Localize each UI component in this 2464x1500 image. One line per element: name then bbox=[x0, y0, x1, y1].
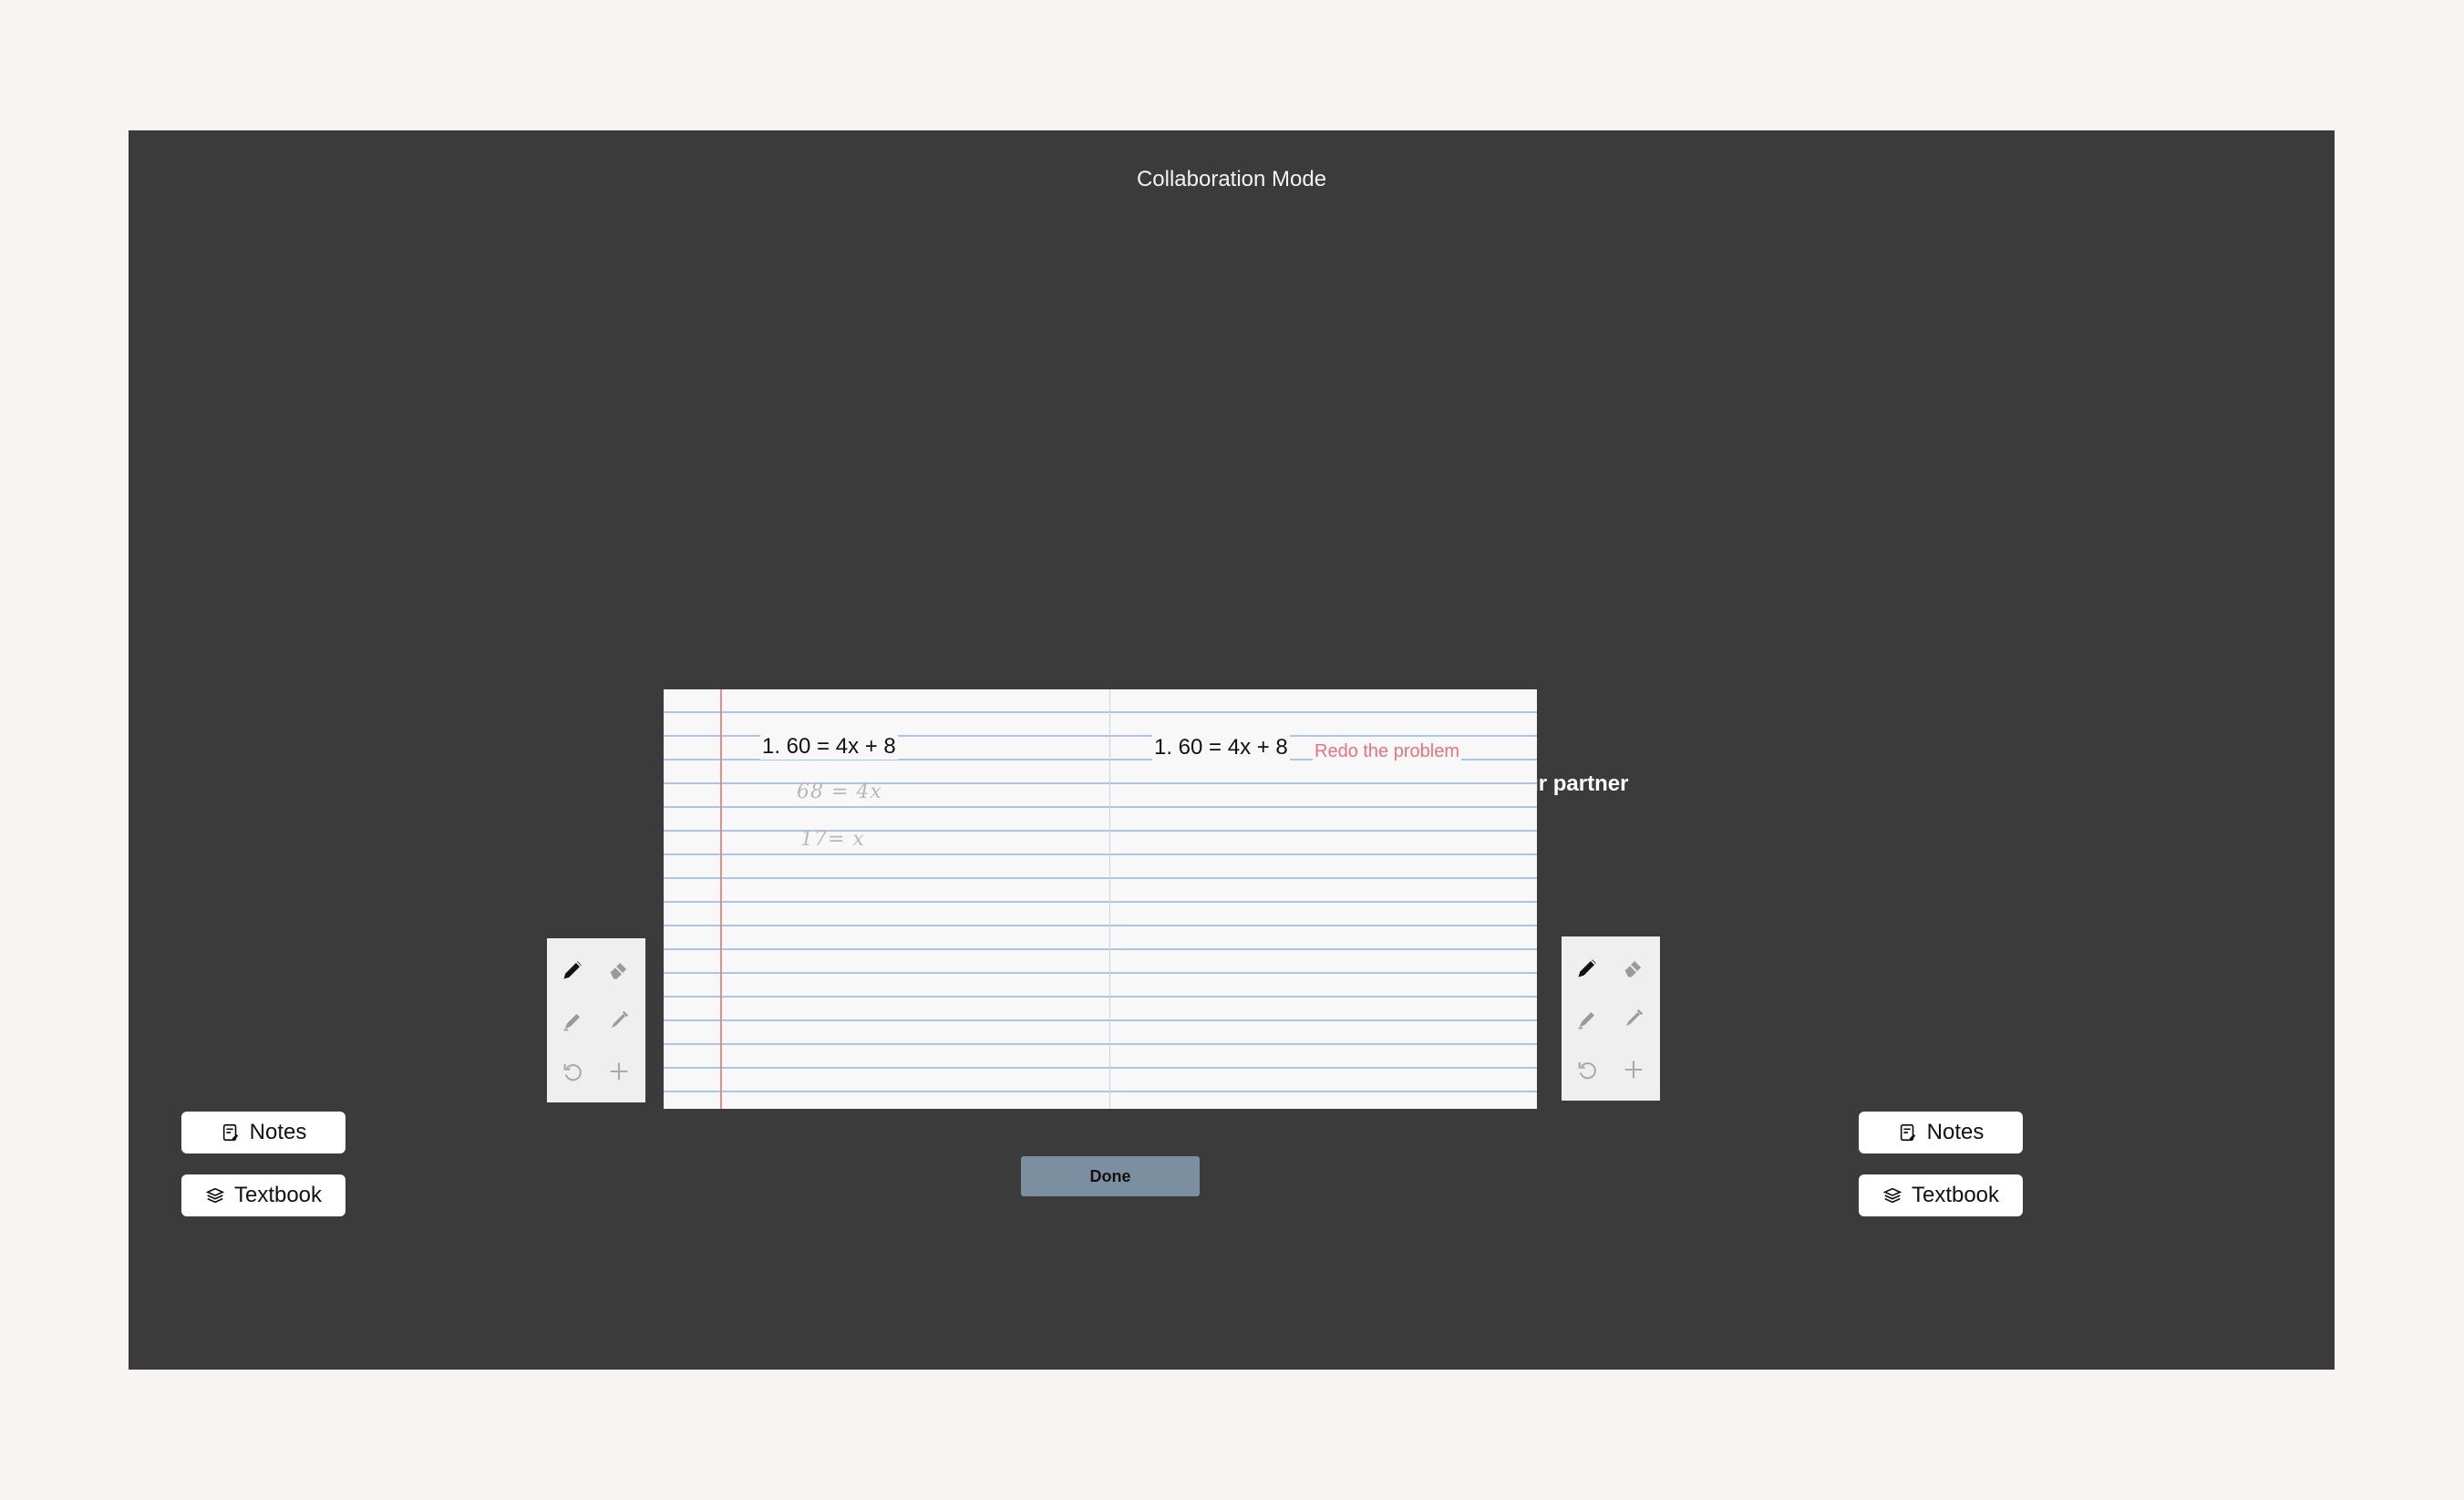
undo-tool[interactable] bbox=[551, 1046, 596, 1097]
add-tool[interactable] bbox=[1611, 1044, 1656, 1095]
shared-notebook-paper[interactable]: 1. 60 = 4x + 8 1. 60 = 4x + 8 Redo the p… bbox=[664, 689, 1537, 1109]
paper-divider bbox=[1109, 689, 1110, 1109]
paper-margin-line bbox=[720, 689, 722, 1109]
pencil-icon bbox=[1578, 959, 1596, 978]
textbook-label: Textbook bbox=[233, 1183, 323, 1207]
add-icon bbox=[1624, 1060, 1643, 1079]
add-icon bbox=[610, 1062, 628, 1081]
marker-tool[interactable] bbox=[1611, 993, 1656, 1044]
textbook-label: Textbook bbox=[1911, 1183, 2000, 1207]
pencil-tool[interactable] bbox=[551, 944, 596, 995]
add-tool[interactable] bbox=[596, 1046, 642, 1097]
notes-button-right[interactable]: Notes bbox=[1859, 1112, 2023, 1153]
eraser-tool[interactable] bbox=[596, 944, 642, 995]
handwriting-step-2: 17= x bbox=[800, 828, 865, 851]
eraser-icon bbox=[1624, 961, 1642, 978]
marker-icon bbox=[1625, 1009, 1644, 1027]
redo-note: Redo the problem bbox=[1313, 741, 1461, 762]
pencil-icon bbox=[563, 961, 582, 979]
notes-label: Notes bbox=[249, 1120, 307, 1144]
marker-icon bbox=[611, 1010, 629, 1029]
toolbox-left bbox=[547, 938, 645, 1102]
eraser-tool[interactable] bbox=[1611, 942, 1656, 993]
undo-icon bbox=[1578, 1061, 1596, 1080]
eraser-icon bbox=[610, 963, 627, 979]
undo-tool[interactable] bbox=[1565, 1044, 1611, 1095]
done-button[interactable]: Done bbox=[1021, 1156, 1200, 1196]
toolbox-right bbox=[1562, 936, 1660, 1101]
textbook-button-right[interactable]: Textbook bbox=[1859, 1174, 2023, 1216]
textbook-button-left[interactable]: Textbook bbox=[181, 1174, 345, 1216]
right-problem: 1. 60 = 4x + 8 bbox=[1152, 735, 1290, 760]
notes-icon bbox=[222, 1123, 238, 1142]
textbook-icon bbox=[1882, 1187, 1902, 1204]
notes-icon bbox=[1900, 1123, 1915, 1142]
textbook-icon bbox=[205, 1187, 225, 1204]
undo-icon bbox=[563, 1063, 582, 1081]
notes-button-left[interactable]: Notes bbox=[181, 1112, 345, 1153]
highlighter-icon bbox=[563, 1014, 580, 1031]
mode-title: Collaboration Mode bbox=[1136, 167, 1327, 191]
marker-tool[interactable] bbox=[596, 995, 642, 1046]
highlighter-icon bbox=[1578, 1012, 1594, 1029]
highlighter-tool[interactable] bbox=[1565, 993, 1611, 1044]
pencil-tool[interactable] bbox=[1565, 942, 1611, 993]
handwriting-step-1: 68 = 4x bbox=[797, 781, 882, 803]
left-problem: 1. 60 = 4x + 8 bbox=[760, 734, 898, 760]
highlighter-tool[interactable] bbox=[551, 995, 596, 1046]
notes-label: Notes bbox=[1926, 1120, 1985, 1144]
